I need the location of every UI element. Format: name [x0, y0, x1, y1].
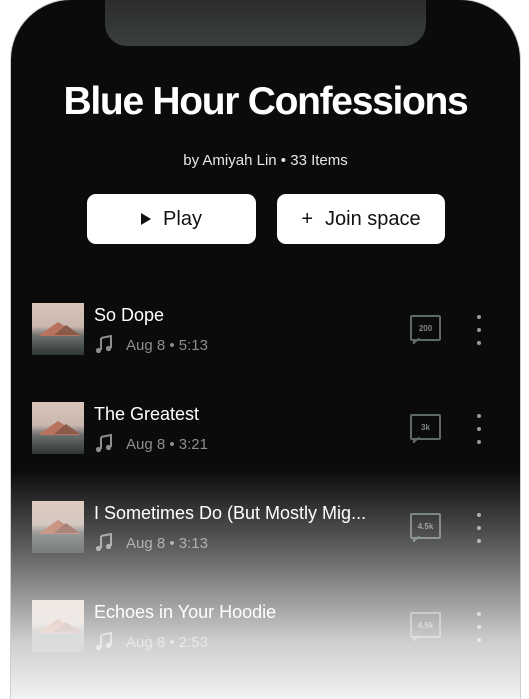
- music-note-icon: [95, 335, 112, 354]
- track-date-duration: Aug 8 • 3:21: [126, 435, 208, 453]
- track-date-duration: Aug 8 • 3:13: [126, 534, 208, 552]
- music-note-icon: [95, 434, 112, 453]
- comment-icon[interactable]: 4.5k: [410, 513, 441, 543]
- comment-count: 3k: [410, 414, 441, 440]
- play-button[interactable]: Play: [87, 194, 256, 244]
- more-vertical-icon[interactable]: [474, 315, 484, 345]
- comment-count: 200: [410, 315, 441, 341]
- track-title: Echoes in Your Hoodie: [94, 602, 277, 622]
- phone-frame: Blue Hour Confessions by Amiyah Lin • 33…: [11, 0, 520, 699]
- track-subtitle: Aug 8 • 3:13: [94, 533, 208, 553]
- list-item[interactable]: I Sometimes Do (But Mostly Mig... Aug 8 …: [11, 501, 520, 561]
- more-vertical-icon[interactable]: [474, 612, 484, 642]
- plus-icon: +: [301, 208, 314, 230]
- track-subtitle: Aug 8 • 3:21: [94, 434, 208, 454]
- track-artwork: [32, 402, 84, 454]
- join-space-button[interactable]: + Join space: [277, 194, 445, 244]
- join-space-label: Join space: [325, 207, 421, 230]
- list-item[interactable]: The Greatest Aug 8 • 3:21 3k: [11, 402, 520, 462]
- track-subtitle: Aug 8 • 2:53: [94, 632, 208, 652]
- comment-icon[interactable]: 4.5k: [410, 612, 441, 642]
- list-item[interactable]: Echoes in Your Hoodie Aug 8 • 2:53 4.5k: [11, 600, 520, 660]
- playlist-meta: by Amiyah Lin • 33 Items: [183, 152, 348, 169]
- track-artwork: [32, 600, 84, 652]
- comment-icon[interactable]: 200: [410, 315, 441, 345]
- track-date-duration: Aug 8 • 5:13: [126, 336, 208, 354]
- track-title: The Greatest: [94, 404, 200, 424]
- list-item[interactable]: So Dope Aug 8 • 5:13 200: [11, 303, 520, 363]
- track-artwork: [32, 501, 84, 553]
- track-artwork: [32, 303, 84, 355]
- music-note-icon: [95, 632, 112, 651]
- device-notch: [105, 0, 426, 46]
- more-vertical-icon[interactable]: [474, 513, 484, 543]
- track-title: I Sometimes Do (But Mostly Mig...: [94, 503, 367, 523]
- music-note-icon: [95, 533, 112, 552]
- play-label: Play: [163, 207, 202, 230]
- comment-count: 4.5k: [410, 513, 441, 539]
- playlist-title: Blue Hour Confessions: [63, 80, 469, 123]
- more-vertical-icon[interactable]: [474, 414, 484, 444]
- track-subtitle: Aug 8 • 5:13: [94, 335, 208, 355]
- comment-icon[interactable]: 3k: [410, 414, 441, 444]
- track-title: So Dope: [94, 305, 165, 325]
- comment-count: 4.5k: [410, 612, 441, 638]
- play-icon: [141, 213, 152, 225]
- track-date-duration: Aug 8 • 2:53: [126, 633, 208, 651]
